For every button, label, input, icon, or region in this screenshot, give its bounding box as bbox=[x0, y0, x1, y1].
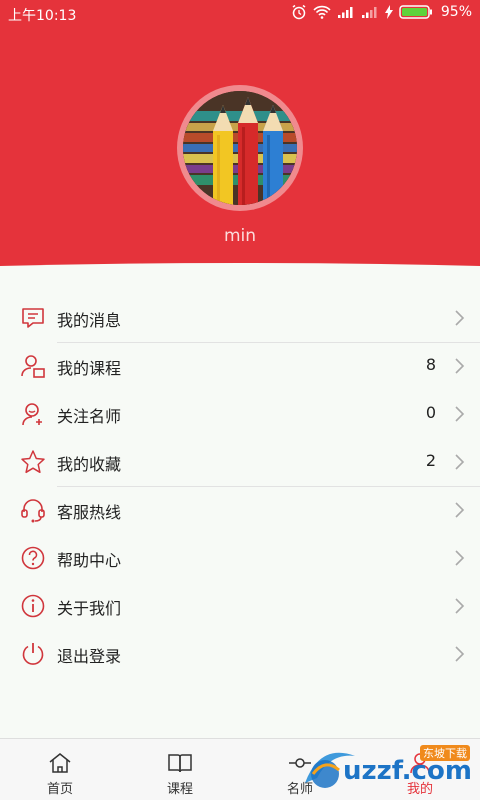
menu-item-about[interactable]: 关于我们 bbox=[0, 582, 480, 630]
watermark-text: uzzf.com bbox=[343, 756, 472, 786]
menu-label: 退出登录 bbox=[57, 647, 122, 666]
menu-count: 2 bbox=[425, 451, 436, 470]
chevron-right-icon bbox=[455, 550, 465, 566]
colored-pencils-photo bbox=[183, 91, 297, 205]
power-icon bbox=[22, 643, 44, 665]
star-icon bbox=[21, 450, 45, 474]
book-icon bbox=[168, 754, 192, 773]
tab-home[interactable]: 首页 bbox=[0, 739, 120, 800]
chevron-right-icon bbox=[455, 502, 465, 518]
tab-label: 课程 bbox=[166, 782, 193, 797]
signal-icon bbox=[337, 7, 353, 18]
menu-label: 我的课程 bbox=[57, 359, 122, 378]
chevron-right-icon bbox=[455, 646, 465, 662]
chevron-right-icon bbox=[455, 454, 465, 470]
menu-list: 我的消息 我的课程 8 关注名师 0 我的收藏 2 客服热线 帮助中心 关于我们 bbox=[0, 294, 480, 678]
status-icons: 95% bbox=[291, 4, 472, 20]
follow-teacher-icon bbox=[22, 403, 42, 426]
info-icon bbox=[21, 594, 45, 618]
menu-item-help[interactable]: 帮助中心 bbox=[0, 534, 480, 582]
chevron-right-icon bbox=[455, 406, 465, 422]
menu-count: 8 bbox=[425, 355, 436, 374]
tab-courses[interactable]: 课程 bbox=[120, 739, 240, 800]
chevron-right-icon bbox=[455, 598, 465, 614]
signal-weak-icon bbox=[361, 7, 377, 18]
chevron-right-icon bbox=[455, 310, 465, 326]
menu-label: 关于我们 bbox=[57, 599, 122, 618]
course-user-icon bbox=[21, 355, 45, 378]
menu-label: 我的收藏 bbox=[57, 455, 122, 474]
menu-item-follow-teachers[interactable]: 关注名师 0 bbox=[0, 390, 480, 438]
profile-header: 上午10:13 95% min bbox=[0, 0, 480, 275]
status-time: 上午10:13 bbox=[8, 8, 77, 24]
menu-label: 客服热线 bbox=[57, 503, 122, 522]
message-icon bbox=[22, 308, 44, 328]
username: min bbox=[223, 226, 257, 246]
help-icon bbox=[21, 546, 45, 570]
menu-item-courses[interactable]: 我的课程 8 bbox=[0, 342, 480, 390]
menu-item-logout[interactable]: 退出登录 bbox=[0, 630, 480, 678]
wifi-icon bbox=[313, 5, 331, 19]
headset-icon bbox=[21, 499, 45, 523]
status-bar: 上午10:13 95% bbox=[0, 0, 480, 28]
chevron-right-icon bbox=[455, 358, 465, 374]
menu-label: 关注名师 bbox=[57, 407, 122, 426]
menu-count: 0 bbox=[425, 403, 436, 422]
header-wave bbox=[0, 263, 480, 275]
battery-icon bbox=[399, 5, 432, 19]
watermark-logo: 东坡下载 uzzf.com bbox=[305, 745, 472, 788]
charging-icon bbox=[384, 5, 393, 19]
menu-item-messages[interactable]: 我的消息 bbox=[0, 294, 480, 342]
avatar[interactable] bbox=[183, 91, 297, 205]
tab-label: 首页 bbox=[46, 782, 73, 797]
home-icon bbox=[49, 753, 71, 773]
avatar-ring[interactable] bbox=[177, 85, 303, 211]
menu-item-hotline[interactable]: 客服热线 bbox=[0, 486, 480, 534]
battery-percent: 95% bbox=[440, 4, 472, 20]
menu-label: 我的消息 bbox=[57, 311, 122, 330]
alarm-icon bbox=[292, 4, 306, 20]
menu-label: 帮助中心 bbox=[57, 551, 122, 570]
menu-item-favorites[interactable]: 我的收藏 2 bbox=[0, 438, 480, 486]
